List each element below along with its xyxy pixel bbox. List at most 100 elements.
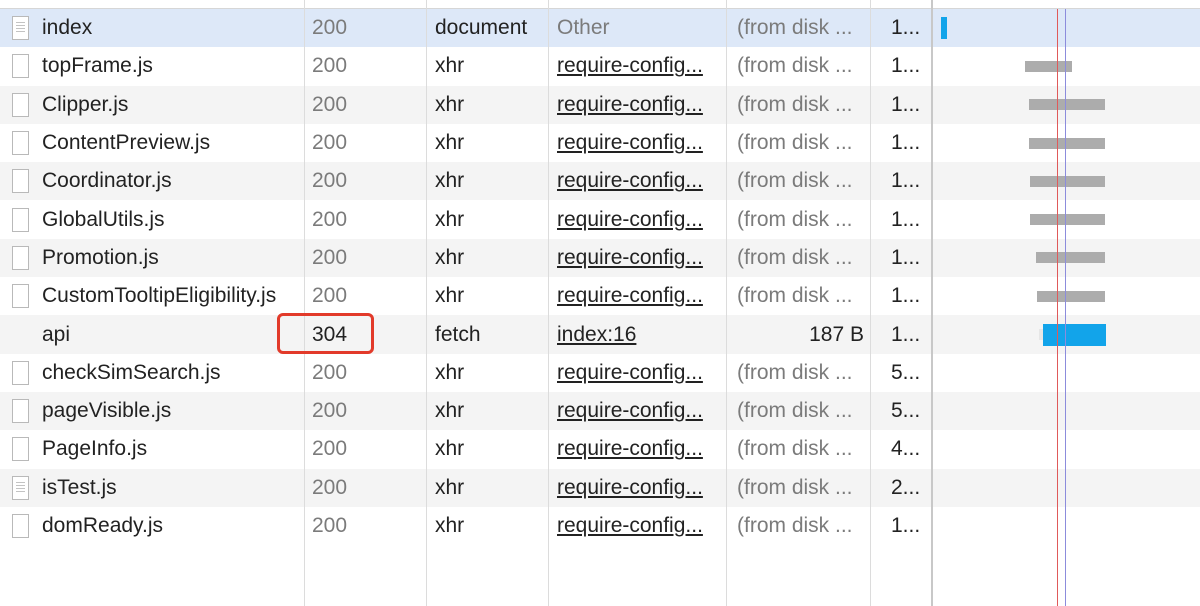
status-cell: 200: [312, 16, 348, 40]
request-name: Coordinator.js: [42, 169, 172, 193]
size-cell: (from disk ...: [737, 169, 853, 193]
status-cell: 200: [312, 54, 348, 78]
name-cell[interactable]: Coordinator.js: [0, 162, 304, 200]
time-cell: 1...: [891, 207, 921, 231]
table-row[interactable]: topFrame.js 200 xhr require-config... (f…: [0, 47, 1200, 85]
initiator-link[interactable]: require-config...: [557, 124, 722, 162]
waterfall-cell: [933, 315, 1200, 353]
name-cell[interactable]: domReady.js: [0, 507, 304, 545]
table-row[interactable]: pageVisible.js 200 xhr require-config...…: [0, 391, 1200, 431]
type-cell: xhr: [435, 360, 465, 384]
name-cell[interactable]: ContentPreview.js: [0, 124, 304, 162]
name-cell[interactable]: Promotion.js: [0, 239, 304, 277]
time-cell: 1...: [891, 131, 921, 155]
column-divider: [726, 0, 727, 606]
waterfall-bar: [1030, 214, 1105, 226]
initiator-link[interactable]: require-config...: [557, 200, 722, 238]
name-cell[interactable]: CustomTooltipEligibility.js: [0, 277, 304, 315]
table-row[interactable]: Promotion.js 200 xhr require-config... (…: [0, 238, 1200, 278]
file-icon: [12, 92, 29, 117]
request-name: pageVisible.js: [42, 399, 172, 423]
file-icon: [12, 54, 29, 79]
initiator-link[interactable]: require-config...: [557, 162, 722, 200]
status-cell: 200: [312, 360, 348, 384]
status-cell: 200: [312, 131, 348, 155]
initiator-link[interactable]: index:16: [557, 315, 722, 353]
initiator-link[interactable]: require-config...: [557, 354, 722, 392]
waterfall-bar: [1036, 252, 1105, 264]
waterfall-cell: [933, 239, 1200, 277]
status-cell: 200: [312, 169, 348, 193]
type-cell: xhr: [435, 131, 465, 155]
name-cell[interactable]: api: [0, 315, 304, 353]
table-row[interactable]: GlobalUtils.js 200 xhr require-config...…: [0, 200, 1200, 238]
table-row[interactable]: PageInfo.js 200 xhr require-config... (f…: [0, 430, 1200, 468]
status-cell: 200: [312, 207, 348, 231]
name-cell[interactable]: GlobalUtils.js: [0, 200, 304, 238]
size-cell: (from disk ...: [737, 92, 853, 116]
initiator-link[interactable]: require-config...: [557, 430, 722, 468]
request-name: topFrame.js: [42, 54, 153, 78]
type-cell: xhr: [435, 245, 465, 269]
initiator-link[interactable]: require-config...: [557, 277, 722, 315]
request-name: domReady.js: [42, 514, 163, 537]
table-row[interactable]: index 200 document Other (from disk ... …: [0, 9, 1200, 48]
size-cell: (from disk ...: [737, 245, 853, 269]
column-divider: [548, 0, 549, 606]
initiator-link[interactable]: require-config...: [557, 469, 722, 507]
size-cell: (from disk ...: [737, 399, 853, 423]
table-row[interactable]: Coordinator.js 200 xhr require-config...…: [0, 162, 1200, 201]
table-row[interactable]: ContentPreview.js 200 xhr require-config…: [0, 124, 1200, 162]
waterfall-cell: [933, 507, 1200, 545]
type-cell: xhr: [435, 207, 465, 231]
time-cell: 1...: [891, 284, 921, 308]
time-cell: 1...: [891, 92, 921, 116]
table-row[interactable]: checkSimSearch.js 200 xhr require-config…: [0, 354, 1200, 392]
waterfall-bar: [941, 17, 947, 40]
name-cell[interactable]: pageVisible.js: [0, 392, 304, 430]
status-highlight-box: [277, 313, 374, 354]
type-cell: xhr: [435, 475, 465, 499]
waterfall-cell: [933, 354, 1200, 392]
request-name: CustomTooltipEligibility.js: [42, 284, 277, 308]
request-name: api: [42, 322, 71, 346]
size-cell: 187 B: [809, 322, 864, 346]
waterfall-cell: [933, 86, 1200, 124]
name-cell[interactable]: checkSimSearch.js: [0, 354, 304, 392]
waterfall-cell: [933, 47, 1200, 85]
status-cell: 200: [312, 284, 348, 308]
type-cell: document: [435, 16, 528, 40]
type-cell: xhr: [435, 92, 465, 116]
table-row[interactable]: domReady.js 200 xhr require-config... (f…: [0, 507, 1200, 545]
load-event-line: [1057, 9, 1058, 606]
table-row[interactable]: isTest.js 200 xhr require-config... (fro…: [0, 468, 1200, 507]
initiator-link[interactable]: require-config...: [557, 392, 722, 430]
type-cell: xhr: [435, 399, 465, 423]
table-row[interactable]: CustomTooltipEligibility.js 200 xhr requ…: [0, 277, 1200, 315]
time-cell: 5...: [891, 399, 921, 423]
column-divider: [304, 0, 305, 606]
file-icon: [12, 399, 29, 424]
time-cell: 1...: [891, 322, 921, 346]
table-row[interactable]: Clipper.js 200 xhr require-config... (fr…: [0, 85, 1200, 124]
name-cell[interactable]: PageInfo.js: [0, 430, 304, 468]
initiator-link[interactable]: require-config...: [557, 507, 722, 545]
table-row[interactable]: api 304 fetch index:16 187 B 1...: [0, 315, 1200, 354]
initiator-link[interactable]: require-config...: [557, 47, 722, 85]
name-cell[interactable]: Clipper.js: [0, 86, 304, 124]
network-request-table: index 200 document Other (from disk ... …: [0, 9, 1200, 545]
size-cell: (from disk ...: [737, 360, 853, 384]
type-cell: fetch: [435, 322, 481, 346]
time-cell: 2...: [891, 475, 921, 499]
initiator-link[interactable]: require-config...: [557, 86, 722, 124]
name-cell[interactable]: topFrame.js: [0, 47, 304, 85]
waterfall-bar: [1029, 137, 1105, 149]
initiator-link[interactable]: require-config...: [557, 239, 722, 277]
request-name: index: [42, 16, 93, 40]
waterfall-cell: [933, 469, 1200, 507]
request-name: PageInfo.js: [42, 437, 148, 461]
name-cell[interactable]: isTest.js: [0, 469, 304, 507]
file-icon: [12, 245, 29, 270]
request-name: GlobalUtils.js: [42, 207, 165, 231]
name-cell[interactable]: index: [0, 9, 304, 47]
